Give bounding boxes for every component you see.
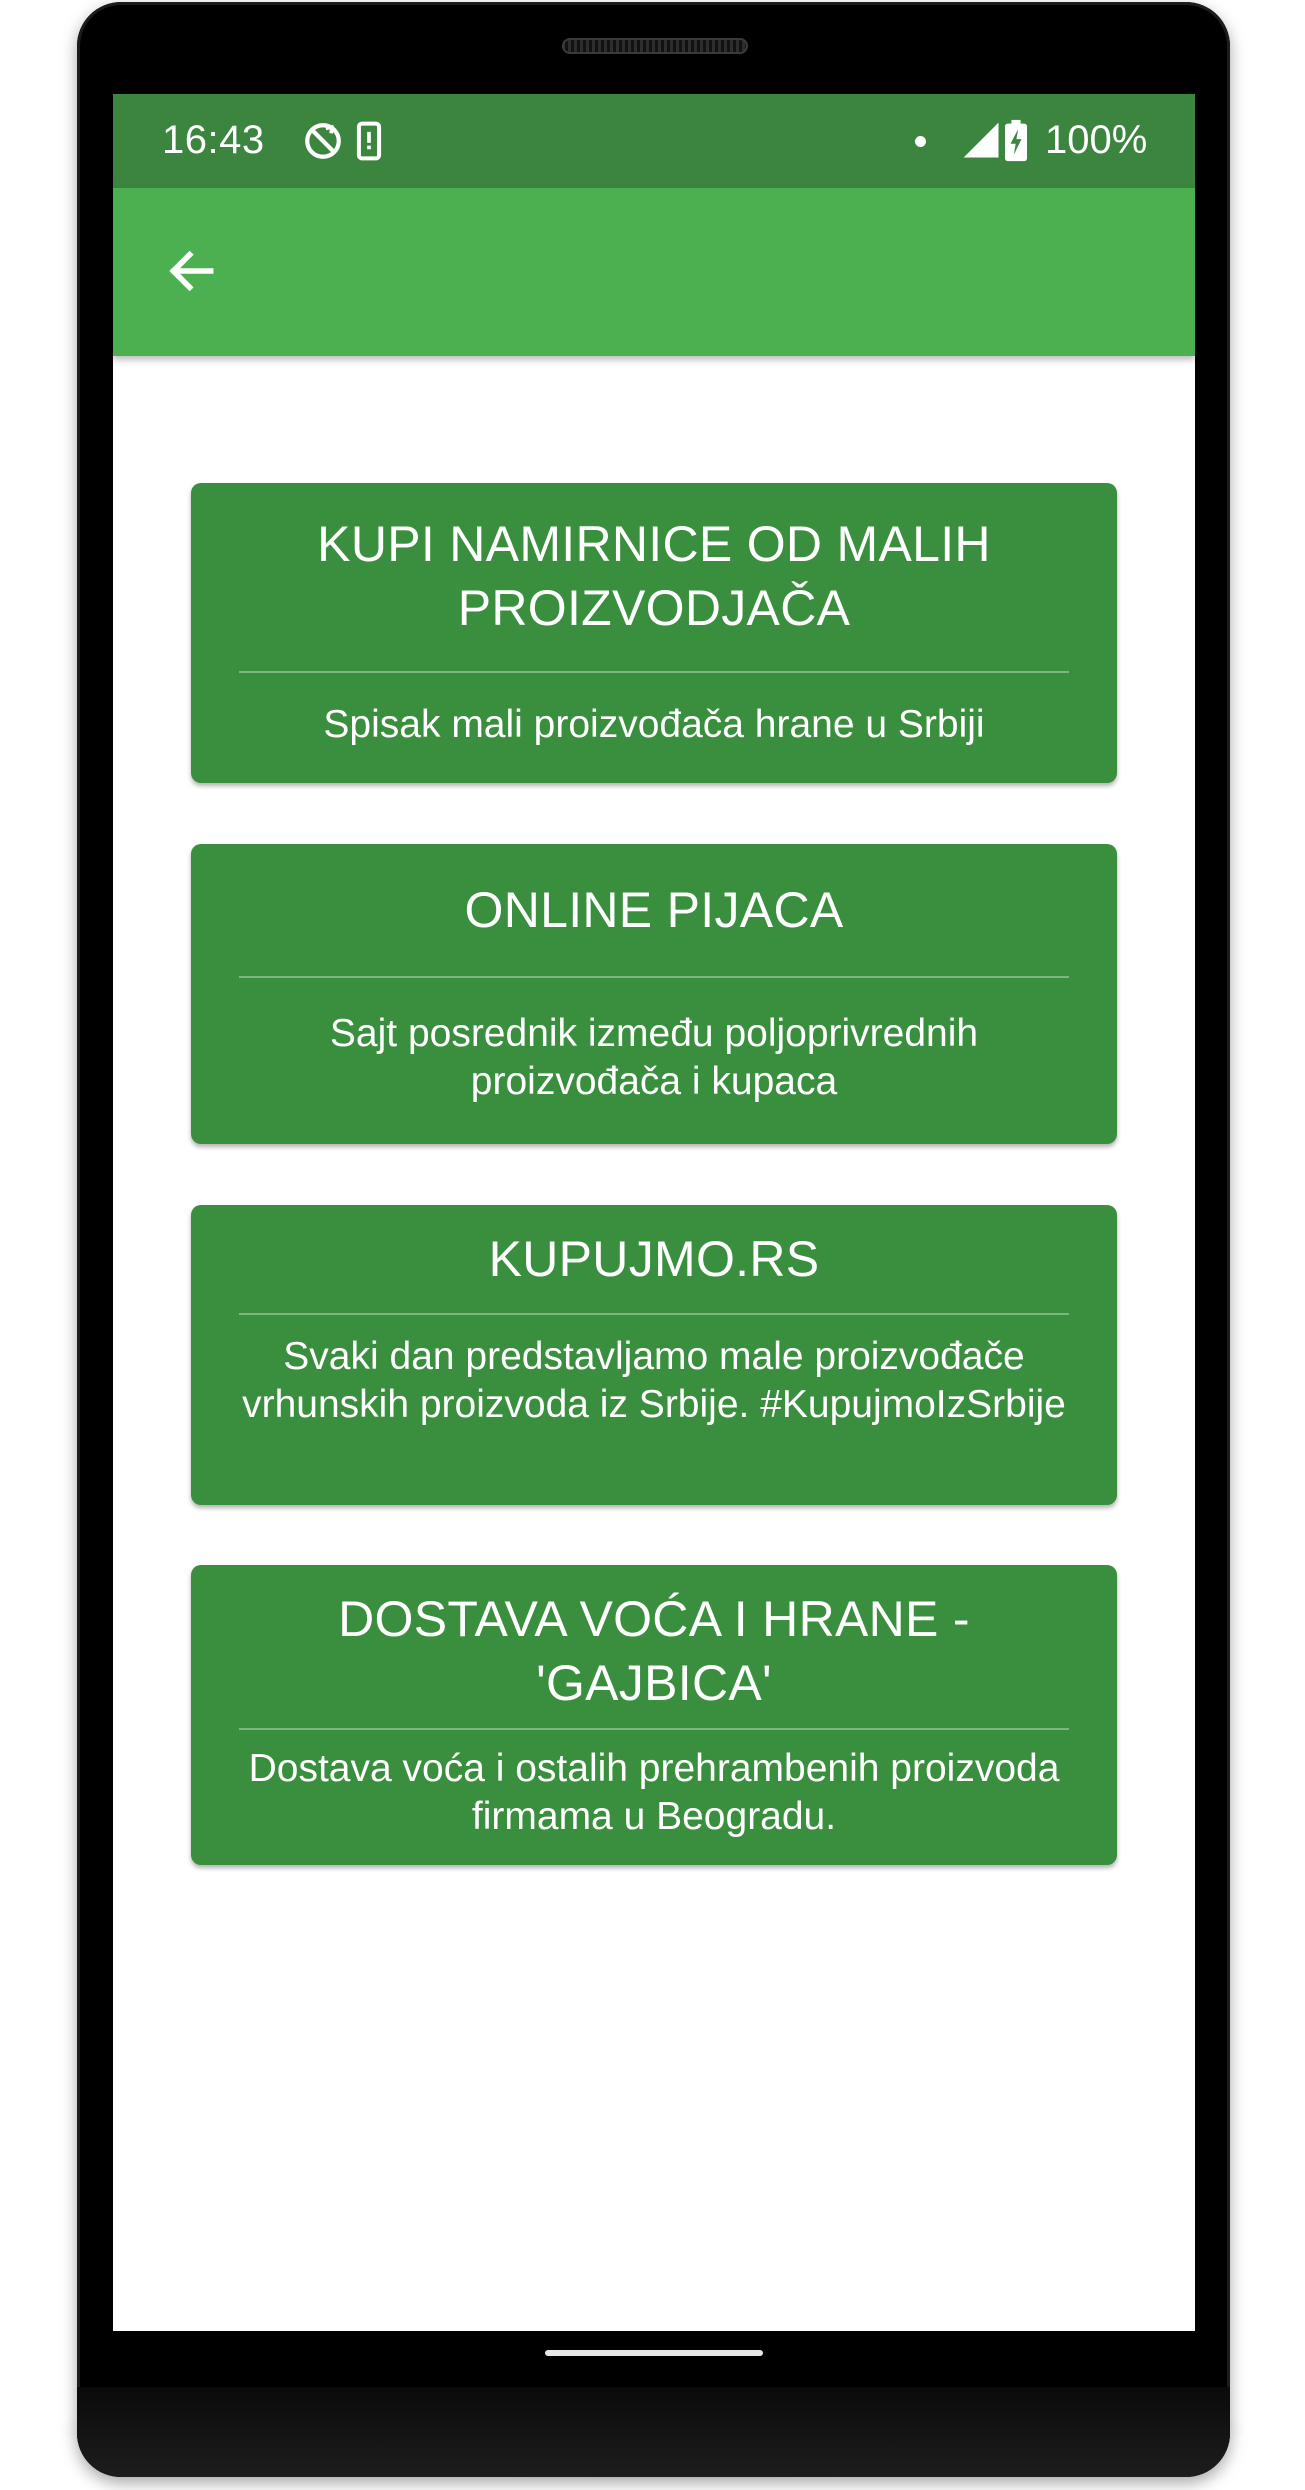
card-description: Svaki dan predstavljamo male proizvođače…: [242, 1335, 1066, 1426]
home-indicator[interactable]: [545, 2350, 763, 2356]
card-divider: [239, 976, 1069, 978]
card-divider: [239, 1728, 1069, 1730]
card-title: DOSTAVA VOĆA I HRANE - 'GAJBICA': [338, 1591, 970, 1711]
card-divider: [239, 1313, 1069, 1315]
arrow-back-icon: [169, 250, 214, 292]
earpiece-speaker: [562, 38, 748, 54]
link-card-kupi-namirnice[interactable]: KUPI NAMIRNICE OD MALIH PROIZVODJAČA Spi…: [191, 483, 1117, 783]
status-time: 16:43: [162, 118, 265, 162]
back-button[interactable]: [153, 232, 231, 310]
card-title: KUPI NAMIRNICE OD MALIH PROIZVODJAČA: [317, 516, 991, 636]
phone-vibrate-icon: [347, 119, 391, 163]
link-card-kupujmo[interactable]: KUPUJMO.RS Svaki dan predstavljamo male …: [191, 1205, 1117, 1505]
phone-chin: [77, 2387, 1230, 2477]
notification-dot-icon: [915, 136, 926, 147]
card-title: ONLINE PIJACA: [464, 882, 844, 938]
device-stage: 16:43 100% KUPI NAMIRNICE OD MALIH PROIZ…: [0, 0, 1305, 2490]
card-description: Dostava voća i ostalih prehrambenih proi…: [248, 1747, 1060, 1838]
battery-percent: 100%: [1045, 118, 1148, 162]
phone-frame: 16:43 100% KUPI NAMIRNICE OD MALIH PROIZ…: [77, 2, 1230, 2477]
cell-signal-icon: [960, 119, 1004, 163]
battery-charging-icon: [1001, 119, 1031, 163]
card-description: Sajt posrednik između poljoprivrednih pr…: [329, 1012, 979, 1103]
app-bar: [113, 188, 1195, 356]
card-title: KUPUJMO.RS: [488, 1231, 820, 1287]
status-bar: 16:43 100%: [113, 94, 1195, 188]
link-card-online-pijaca[interactable]: ONLINE PIJACA Sajt posrednik između polj…: [191, 844, 1117, 1144]
card-description: Spisak mali proizvođača hrane u Srbiji: [323, 703, 985, 746]
sync-off-icon: [301, 119, 345, 163]
link-card-gajbica[interactable]: DOSTAVA VOĆA I HRANE - 'GAJBICA' Dostava…: [191, 1565, 1117, 1865]
link-list: KUPI NAMIRNICE OD MALIH PROIZVODJAČA Spi…: [113, 356, 1195, 2331]
screen: 16:43 100% KUPI NAMIRNICE OD MALIH PROIZ…: [113, 94, 1195, 2331]
card-divider: [239, 671, 1069, 673]
